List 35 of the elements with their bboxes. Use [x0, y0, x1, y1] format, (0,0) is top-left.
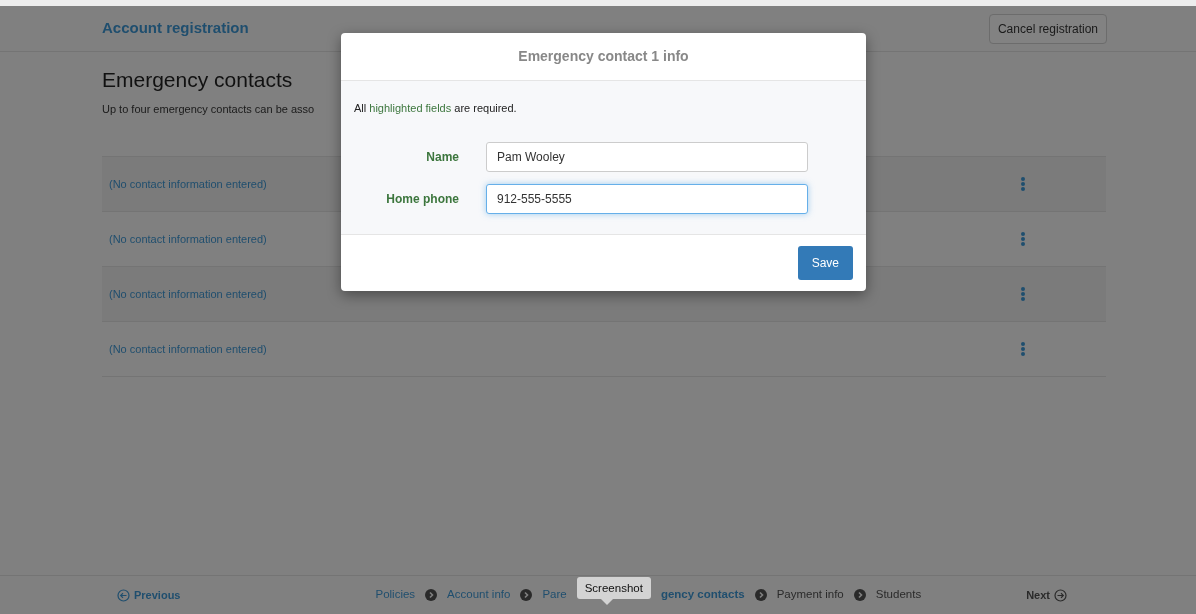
- chevron-circle-icon: [853, 589, 866, 601]
- step-link[interactable]: Payment info: [776, 586, 844, 604]
- contact-link[interactable]: (No contact information entered): [109, 340, 267, 358]
- field-label: Home phone: [385, 191, 459, 208]
- chevron-circle-icon: [520, 589, 533, 601]
- cancel-registration-button[interactable]: Cancel registration: [988, 13, 1107, 44]
- text-input[interactable]: 912-555-5555: [486, 184, 808, 214]
- arrow-right-circle-icon: [1054, 588, 1067, 602]
- next-button[interactable]: Next: [1026, 586, 1067, 604]
- save-button[interactable]: Save: [797, 246, 853, 280]
- more-options-icon[interactable]: [1020, 286, 1026, 302]
- more-options-icon[interactable]: [1020, 231, 1026, 247]
- step-link[interactable]: Policies: [375, 586, 416, 604]
- step-link[interactable]: Pare: [542, 586, 567, 604]
- more-options-icon[interactable]: [1020, 176, 1026, 192]
- app-title: Account registration: [102, 18, 249, 39]
- more-options-icon[interactable]: [1020, 341, 1026, 357]
- modal-title: Emergency contact 1 info: [518, 47, 689, 66]
- text-input[interactable]: Pam Wooley: [486, 142, 808, 172]
- page-description: Up to four emergency contacts can be asso: [102, 101, 315, 117]
- step-link[interactable]: Students: [875, 586, 922, 604]
- page-heading: Emergency contacts: [102, 67, 294, 93]
- contact-link[interactable]: (No contact information entered): [109, 285, 267, 303]
- arrow-left-circle-icon: [117, 588, 130, 602]
- tooltip-pointer: [600, 599, 613, 605]
- tooltip: Screenshot: [576, 577, 651, 599]
- required-note: All highlighted fields are required.: [354, 102, 517, 114]
- contact-link[interactable]: (No contact information entered): [109, 175, 267, 193]
- contact-link[interactable]: (No contact information entered): [109, 230, 267, 248]
- field-label: Name: [425, 149, 459, 166]
- step-link[interactable]: Account info: [447, 586, 511, 604]
- chevron-circle-icon: [754, 589, 767, 601]
- step-link[interactable]: gency contacts: [660, 586, 745, 604]
- previous-button[interactable]: Previous: [117, 586, 181, 604]
- chevron-circle-icon: [425, 589, 438, 601]
